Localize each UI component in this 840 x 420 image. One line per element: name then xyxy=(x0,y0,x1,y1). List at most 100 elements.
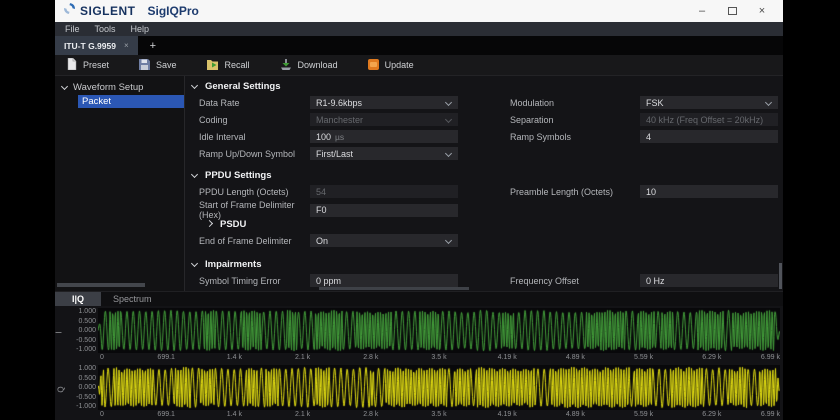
frequency-offset-field[interactable]: 0 Hz xyxy=(640,274,778,287)
menu-tools[interactable]: Tools xyxy=(95,24,116,34)
i-waveform-plot: I 1.0000.5000.000-0.500-1.000 0699.11.4 … xyxy=(55,308,783,363)
x-tick-label: 4.19 k xyxy=(498,354,517,361)
coding-dropdown: Manchester xyxy=(310,113,458,126)
x-tick-label: 699.1 xyxy=(157,411,175,418)
idle-interval-label: Idle Interval xyxy=(199,132,310,142)
x-tick-label: 1.4 k xyxy=(227,411,242,418)
sfd-label: Start of Frame Delimiter (Hex) xyxy=(199,200,310,220)
tab-iq[interactable]: I|Q xyxy=(55,292,101,306)
ppdu-settings-title: PPDU Settings xyxy=(205,170,272,181)
preamble-length-field[interactable]: 10 xyxy=(640,185,778,198)
symbol-timing-error-field[interactable]: 0 ppm xyxy=(310,274,458,287)
coding-label: Coding xyxy=(199,115,310,125)
chevron-down-icon xyxy=(191,260,198,267)
coding-value: Manchester xyxy=(316,115,363,125)
ramp-updown-dropdown[interactable]: First/Last xyxy=(310,147,458,160)
close-button[interactable]: × xyxy=(747,0,777,22)
app-title: SigIQPro xyxy=(148,4,199,18)
tab-itu-t-g9959[interactable]: ITU-T G.9959 × xyxy=(55,36,138,55)
modulation-dropdown[interactable]: FSK xyxy=(640,96,778,109)
chevron-right-icon xyxy=(206,220,213,227)
settings-row: Start of Frame Delimiter (Hex) F0 xyxy=(199,200,777,217)
update-button[interactable]: Update xyxy=(368,59,414,72)
ppdu-settings-header[interactable]: PPDU Settings xyxy=(192,168,777,183)
sidebar-item-packet[interactable]: Packet xyxy=(78,95,184,108)
ramp-updown-value: First/Last xyxy=(316,149,353,159)
minimize-button[interactable]: – xyxy=(687,0,717,22)
settings-vertical-scrollbar[interactable] xyxy=(779,263,782,289)
data-rate-dropdown[interactable]: R1-9.6kbps xyxy=(310,96,458,109)
i-waveform-canvas[interactable] xyxy=(98,308,780,353)
preset-label: Preset xyxy=(83,60,109,70)
save-button[interactable]: Save xyxy=(139,59,177,72)
y-tick-label: 1.000 xyxy=(78,308,96,315)
y-tick-label: 1.000 xyxy=(78,365,96,372)
settings-horizontal-scrollbar[interactable] xyxy=(319,287,469,290)
q-waveform-canvas[interactable] xyxy=(98,365,780,410)
folder-open-icon xyxy=(207,59,219,72)
chevron-down-icon xyxy=(61,82,68,89)
x-tick-label: 2.8 k xyxy=(363,354,378,361)
y-tick-label: -1.000 xyxy=(76,403,96,410)
impairments-title: Impairments xyxy=(205,259,262,270)
menu-bar: File Tools Help xyxy=(55,22,783,36)
q-plot-y-ticks: 1.0000.5000.000-0.500-1.000 xyxy=(67,365,98,410)
x-tick-label: 3.5 k xyxy=(431,354,446,361)
x-tick-label: 0 xyxy=(100,411,104,418)
chevron-down-icon xyxy=(445,99,452,106)
modulation-value: FSK xyxy=(646,98,664,108)
maximize-button[interactable] xyxy=(717,0,747,22)
x-tick-label: 4.89 k xyxy=(566,411,585,418)
ppdu-length-value: 54 xyxy=(316,187,326,197)
separation-field: 40 kHz (Freq Offset = 20kHz) xyxy=(640,113,778,126)
idle-interval-field[interactable]: 100 µs xyxy=(310,130,458,143)
general-settings-header[interactable]: General Settings xyxy=(192,79,777,94)
tab-close-icon[interactable]: × xyxy=(124,41,129,50)
x-tick-label: 2.1 k xyxy=(295,354,310,361)
y-tick-label: -0.500 xyxy=(76,337,96,344)
data-rate-value: R1-9.6kbps xyxy=(316,98,362,108)
siglent-logo-icon xyxy=(63,2,76,20)
x-tick-label: 1.4 k xyxy=(227,354,242,361)
impairments-header[interactable]: Impairments xyxy=(192,257,777,272)
x-tick-label: 4.19 k xyxy=(498,411,517,418)
x-tick-label: 2.8 k xyxy=(363,411,378,418)
data-rate-label: Data Rate xyxy=(199,98,310,108)
x-tick-label: 2.1 k xyxy=(295,411,310,418)
chevron-down-icon xyxy=(445,150,452,157)
chevron-down-icon xyxy=(191,82,198,89)
efd-dropdown[interactable]: On xyxy=(310,234,458,247)
ramp-symbols-field[interactable]: 4 xyxy=(640,130,778,143)
i-axis-label: I xyxy=(55,308,67,363)
sidebar-horizontal-scrollbar[interactable] xyxy=(57,283,145,287)
document-icon xyxy=(67,58,77,72)
menu-help[interactable]: Help xyxy=(131,24,150,34)
settings-row: Ramp Up/Down Symbol First/Last xyxy=(199,145,777,162)
display-tab-bar: I|Q Spectrum xyxy=(55,291,783,306)
settings-row: Symbol Timing Error 0 ppm Frequency Offs… xyxy=(199,272,777,289)
floppy-disk-icon xyxy=(139,59,150,72)
tab-label: ITU-T G.9959 xyxy=(64,41,116,51)
preset-button[interactable]: Preset xyxy=(67,58,109,72)
new-tab-button[interactable]: + xyxy=(138,36,168,55)
y-tick-label: -0.500 xyxy=(76,394,96,401)
x-tick-label: 0 xyxy=(100,354,104,361)
settings-row: Data Rate R1-9.6kbps Modulation FSK xyxy=(199,94,777,111)
sfd-field[interactable]: F0 xyxy=(310,204,458,217)
recall-button[interactable]: Recall xyxy=(207,59,250,72)
ramp-symbols-value: 4 xyxy=(646,132,651,142)
main-content: Waveform Setup Packet General Settings D… xyxy=(55,76,783,291)
general-settings-title: General Settings xyxy=(205,81,281,92)
idle-interval-unit: µs xyxy=(335,132,344,142)
titlebar: SIGLENT SigIQPro – × xyxy=(55,0,783,22)
download-button[interactable]: Download xyxy=(280,59,338,72)
save-label: Save xyxy=(156,60,177,70)
tab-spectrum[interactable]: Spectrum xyxy=(101,292,164,306)
waveform-setup-label: Waveform Setup xyxy=(73,82,143,93)
sidebar-item-waveform-setup[interactable]: Waveform Setup xyxy=(55,80,184,94)
chevron-down-icon xyxy=(445,237,452,244)
q-plot-area: 0699.11.4 k2.1 k2.8 k3.5 k4.19 k4.89 k5.… xyxy=(98,365,783,420)
menu-file[interactable]: File xyxy=(65,24,80,34)
preamble-length-value: 10 xyxy=(646,187,656,197)
settings-row: End of Frame Delimiter On xyxy=(199,232,777,249)
